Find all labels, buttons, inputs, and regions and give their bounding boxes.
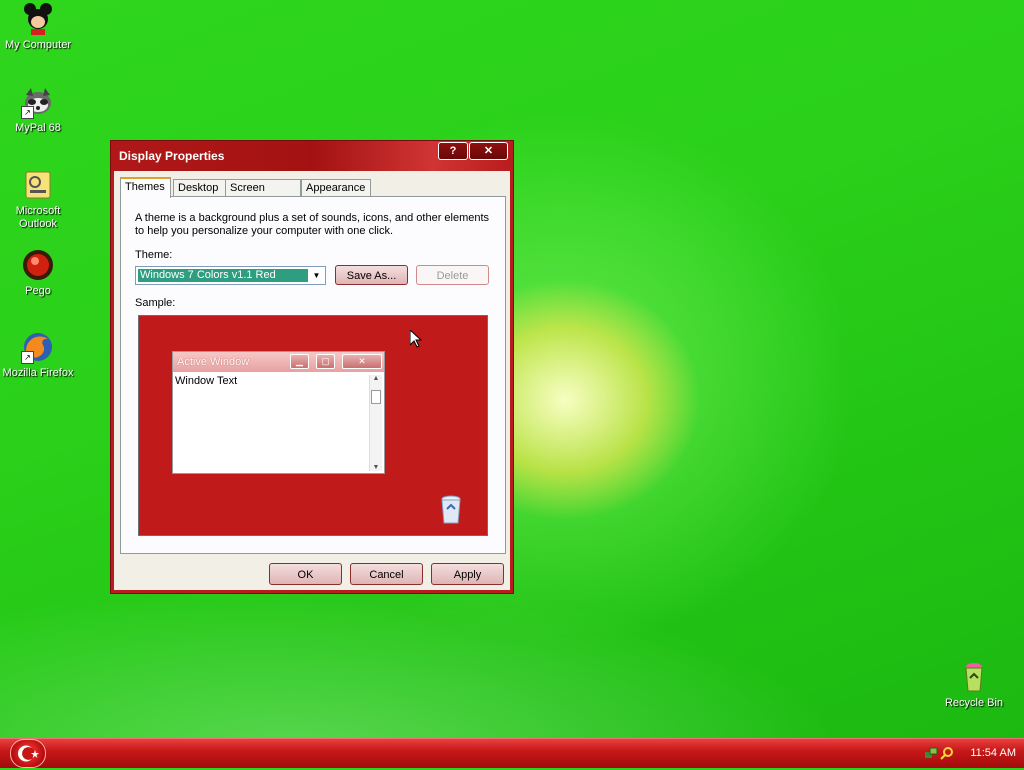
desktop-icon-label: My Computer — [4, 39, 72, 51]
recycle-bin-icon — [957, 660, 991, 694]
minimize-icon: ▁ — [290, 354, 309, 369]
sample-active-window: Active Window ▁ ▢ ✕ Window Text ▲ ▼ — [172, 351, 385, 474]
sample-window-title-bar: Active Window ▁ ▢ ✕ — [173, 352, 384, 372]
desktop-icon-label: MyPal 68 — [15, 122, 61, 134]
mickey-icon — [21, 2, 55, 36]
pego-icon — [21, 248, 55, 282]
outlook-icon — [21, 168, 55, 202]
mouse-pointer-icon — [409, 328, 423, 348]
shortcut-arrow-icon: ↗ — [21, 351, 34, 364]
tab-desktop[interactable]: Desktop — [173, 179, 226, 196]
desktop-icon-firefox[interactable]: ↗ Mozilla Firefox — [0, 330, 76, 380]
delete-button[interactable]: Delete — [416, 265, 489, 285]
clock[interactable]: 11:54 AM — [970, 747, 1016, 759]
desktop-icon-pego[interactable]: Pego — [0, 248, 76, 298]
sample-scrollbar: ▲ ▼ — [369, 375, 382, 471]
desktop-icon-my-computer[interactable]: My Computer — [0, 2, 76, 52]
scroll-thumb — [371, 390, 381, 404]
sample-window-text: Window Text — [175, 375, 238, 387]
tab-screen-saver[interactable]: Screen Saver — [225, 179, 301, 211]
sample-label: Sample: — [135, 297, 176, 309]
desktop-icon-outlook[interactable]: Microsoft Outlook — [0, 168, 76, 231]
recycle-bin-icon — [439, 494, 463, 524]
taskbar: 11:54 AM — [0, 738, 1024, 768]
start-button[interactable] — [10, 739, 46, 768]
apply-button[interactable]: Apply — [431, 563, 504, 585]
chevron-down-icon[interactable]: ▼ — [309, 268, 324, 283]
theme-sample-preview: Active Window ▁ ▢ ✕ Window Text ▲ ▼ — [138, 315, 488, 536]
desktop-icon-label: Mozilla Firefox — [2, 367, 74, 379]
display-properties-dialog: Display Properties ? ✕ Themes Desktop Sc… — [110, 140, 514, 594]
dialog-title: Display Properties — [119, 149, 225, 163]
shortcut-arrow-icon: ↗ — [21, 106, 34, 119]
firefox-icon: ↗ — [21, 330, 55, 364]
tab-appearance[interactable]: Appearance — [301, 179, 371, 196]
desktop-icon-recycle-bin[interactable]: Recycle Bin — [936, 660, 1012, 710]
tab-themes[interactable]: Themes — [120, 177, 171, 198]
theme-description: A theme is a background plus a set of so… — [135, 212, 490, 237]
cancel-button[interactable]: Cancel — [350, 563, 423, 585]
ok-button[interactable]: OK — [269, 563, 342, 585]
raccoon-icon: ↗ — [21, 85, 55, 119]
theme-selected-value: Windows 7 Colors v1.1 Red — [138, 269, 308, 282]
network-icon[interactable] — [924, 746, 938, 760]
close-icon: ✕ — [342, 354, 382, 369]
scroll-down-icon: ▼ — [372, 464, 380, 471]
maximize-icon: ▢ — [316, 354, 335, 369]
sample-window-title: Active Window — [177, 356, 250, 368]
help-button[interactable]: ? — [438, 142, 468, 160]
desktop-icon-label: Microsoft Outlook — [15, 205, 61, 230]
close-button[interactable]: ✕ — [469, 142, 508, 160]
dialog-title-bar[interactable]: Display Properties ? ✕ — [111, 141, 513, 171]
theme-select[interactable]: Windows 7 Colors v1.1 Red ▼ — [135, 266, 326, 285]
crescent-star-icon — [18, 745, 39, 762]
system-tray: 11:54 AM — [920, 739, 1024, 768]
save-as-button[interactable]: Save As... — [335, 265, 408, 285]
desktop-icon-mypal[interactable]: ↗ MyPal 68 — [0, 85, 76, 135]
desktop-icon-label: Recycle Bin — [944, 697, 1004, 709]
scroll-up-icon: ▲ — [372, 375, 380, 382]
themes-panel: A theme is a background plus a set of so… — [120, 196, 506, 554]
desktop-icon-label: Pego — [25, 285, 51, 297]
theme-label: Theme: — [135, 249, 173, 261]
search-icon[interactable] — [940, 746, 954, 760]
